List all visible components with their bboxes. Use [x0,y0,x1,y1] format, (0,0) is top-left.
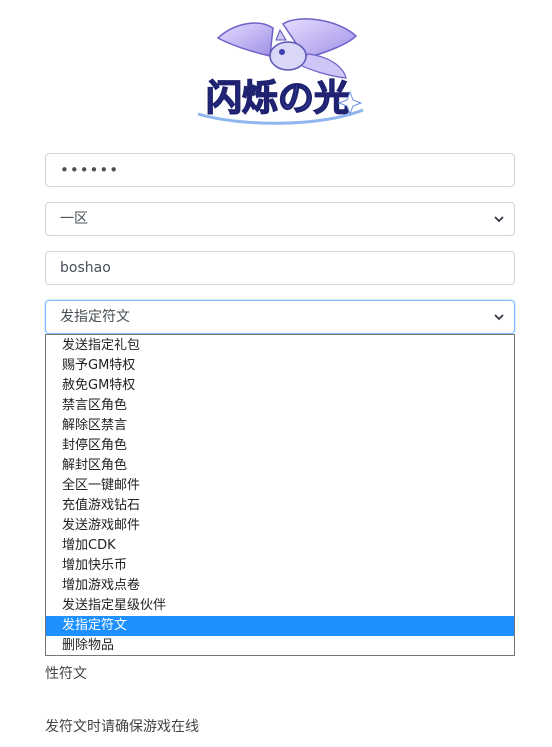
username-value: boshao [60,260,111,276]
chevron-down-icon [493,301,505,333]
dropdown-option[interactable]: 禁言区角色 [46,396,514,416]
username-field[interactable]: boshao [45,251,515,285]
dropdown-option[interactable]: 发送指定星级伙伴 [46,596,514,616]
dropdown-option[interactable]: 增加CDK [46,536,514,556]
dropdown-option[interactable]: 解封区角色 [46,456,514,476]
dropdown-option[interactable]: 赦免GM特权 [46,376,514,396]
game-logo: 闪烁の光 [197,18,364,125]
dropdown-option[interactable]: 发送指定礼包 [46,336,514,356]
logo-text: 闪烁の光 [206,77,350,119]
server-select-value: 一区 [60,211,88,227]
notice-text: 发符文时请确保游戏在线 [45,719,199,735]
dropdown-option[interactable]: 增加游戏点卷 [46,576,514,596]
dropdown-option[interactable]: 赐予GM特权 [46,356,514,376]
dropdown-option[interactable]: 充值游戏钻石 [46,496,514,516]
chevron-down-icon [493,203,505,235]
action-select[interactable]: 发指定符文 [45,300,515,334]
action-select-value: 发指定符文 [60,309,130,325]
dropdown-option[interactable]: 发送游戏邮件 [46,516,514,536]
action-dropdown-list: 发送指定礼包 赐予GM特权 赦免GM特权 禁言区角色 解除区禁言 封停区角色 解封区角色 全区… [45,334,515,656]
dropdown-option[interactable]: 全区一键邮件 [46,476,514,496]
password-field[interactable]: •••••• [45,153,515,187]
dropdown-option[interactable]: 删除物品 [46,636,514,656]
dropdown-option[interactable]: 解除区禁言 [46,416,514,436]
dropdown-option[interactable]: 发指定符文 [46,616,514,636]
password-value: •••••• [60,161,120,179]
partial-label: 性符文 [45,666,87,682]
server-select[interactable]: 一区 [45,202,515,236]
gm-tool-page: 闪烁の光 •••••• 一区 boshao 发指定符文 发送指定礼包 赐予GM特权… [0,0,552,747]
dropdown-option[interactable]: 增加快乐币 [46,556,514,576]
dropdown-option[interactable]: 封停区角色 [46,436,514,456]
